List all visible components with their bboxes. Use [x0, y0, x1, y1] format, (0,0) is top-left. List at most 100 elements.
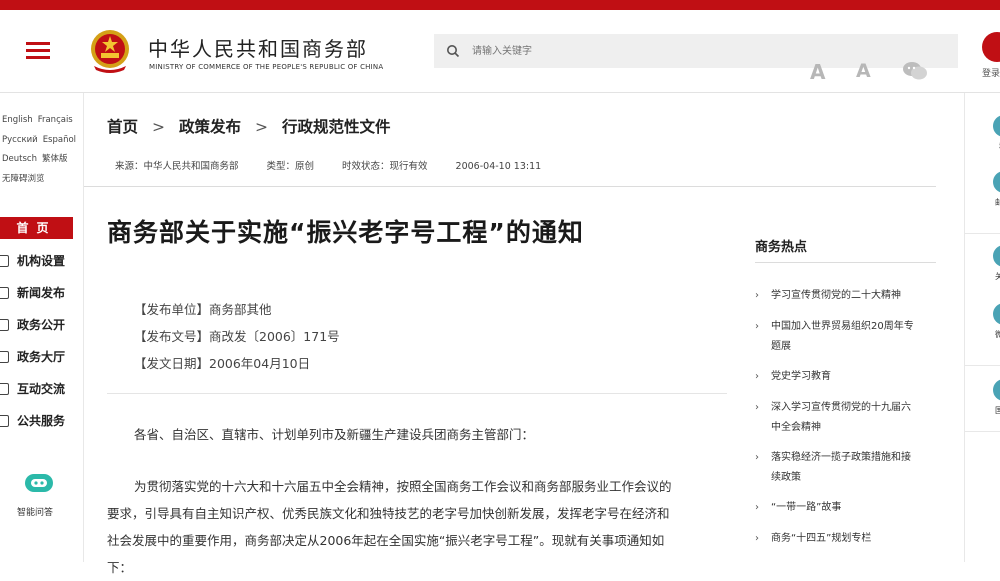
chevron-right-icon: › — [755, 452, 759, 463]
nav-item-label: 机构设置 — [17, 254, 66, 268]
hot-topics-divider — [755, 262, 936, 263]
nav-item-label: 新闻发布 — [17, 286, 66, 300]
hot-topic-item[interactable]: › 落实稳经济一揽子政策措施和接 续政策 — [755, 448, 935, 488]
hot-topic-item[interactable]: › 中国加入世界贸易组织20周年专 题展 — [755, 317, 935, 357]
breadcrumb-policy[interactable]: 政策发布 — [179, 118, 241, 136]
right-rail-mail[interactable]: 邮箱 — [993, 171, 1000, 208]
hot-topic-text: “一带一路”故事 — [771, 502, 842, 513]
content-divider — [107, 393, 727, 394]
right-rail-weibo[interactable]: 关注 — [993, 245, 1000, 282]
right-rail-label: 国务 — [995, 406, 1000, 415]
nav-item-interaction[interactable]: 互动交流 — [0, 376, 84, 402]
doc-number-line: 【发布文号】商改发〔2006〕171号 — [134, 329, 340, 344]
body-line: 要求，引导具有自主知识产权、优秀民族文化和独特技艺的老字号加快创新发展，发挥老字… — [107, 506, 670, 521]
login-button[interactable]: 登录 — [982, 32, 1000, 82]
lang-german[interactable]: Deutsch — [2, 154, 37, 164]
lang-french[interactable]: Français — [38, 115, 73, 125]
nav-item-service[interactable]: 公共服务 — [0, 408, 84, 434]
right-rail: 移 邮箱 关注 微信 国务 — [964, 93, 1000, 562]
language-links: English Français Русский Español Deutsch 繁体… — [2, 111, 82, 189]
hot-topic-text: 中全会精神 — [771, 422, 821, 433]
nav-item-label: 政务公开 — [17, 318, 66, 332]
meta-divider — [84, 186, 936, 187]
chevron-right-icon: › — [755, 321, 759, 332]
body-line: 社会发展中的重要作用，商务部决定从2006年起在全国实施“振兴老字号工程”。现就… — [107, 533, 665, 548]
font-increase-button[interactable]: A — [810, 60, 825, 84]
chevron-right-icon: › — [755, 402, 759, 413]
rail-divider — [965, 365, 1000, 366]
chevron-right-icon: › — [755, 533, 759, 544]
hot-topic-item[interactable]: › “一带一路”故事 — [755, 498, 935, 518]
right-rail-label: 关注 — [995, 272, 1000, 281]
top-accent-bar — [0, 0, 1000, 10]
nav-item-label: 互动交流 — [17, 382, 66, 396]
search-icon[interactable] — [446, 44, 460, 58]
hot-topic-text: 题展 — [771, 341, 791, 352]
issuer-line: 【发布单位】商务部其他 — [134, 302, 272, 317]
meta-source: 来源：中华人民共和国商务部 — [115, 161, 239, 172]
lang-english[interactable]: English — [2, 115, 33, 125]
nav-item-hall[interactable]: 政务大厅 — [0, 344, 84, 370]
nav-item-org[interactable]: 机构设置 — [0, 248, 84, 274]
hot-topic-item[interactable]: › 深入学习宣传贯彻党的十九届六 中全会精神 — [755, 398, 935, 438]
body-line: 下： — [107, 560, 133, 575]
user-icon — [982, 32, 1000, 62]
hot-topic-text: 续政策 — [771, 472, 801, 483]
document-icon — [0, 319, 9, 331]
lang-spanish[interactable]: Español — [43, 135, 76, 145]
right-rail-label: 微信 — [995, 330, 1000, 339]
left-sidebar: English Français Русский Español Deutsch 繁体… — [0, 93, 84, 562]
search-box[interactable] — [434, 34, 958, 68]
salutation: 各省、自治区、直辖市、计划单列市及新疆生产建设兵团商务主管部门： — [134, 427, 535, 442]
right-rail-wechat[interactable]: 微信 — [993, 303, 1000, 340]
nav-item-news[interactable]: 新闻发布 — [0, 280, 84, 306]
hot-topic-text: 学习宣传贯彻党的二十大精神 — [771, 290, 901, 301]
breadcrumb-current[interactable]: 行政规范性文件 — [282, 118, 391, 136]
site-header: 中华人民共和国商务部 MINISTRY OF COMMERCE OF THE P… — [0, 10, 1000, 92]
right-rail-state-council[interactable]: 国务 — [993, 379, 1000, 416]
wechat-share-icon[interactable] — [902, 60, 928, 82]
ministry-name-cn[interactable]: 中华人民共和国商务部 — [148, 33, 368, 62]
chevron-right-icon: › — [755, 502, 759, 513]
right-rail-label: 邮箱 — [995, 198, 1000, 207]
right-rail-mobile[interactable]: 移 — [993, 115, 1000, 152]
national-emblem-logo[interactable] — [88, 28, 132, 74]
hot-topic-item[interactable]: › 学习宣传贯彻党的二十大精神 — [755, 286, 935, 306]
rail-divider — [965, 431, 1000, 432]
mobile-icon — [993, 115, 1000, 137]
lang-russian[interactable]: Русский — [2, 135, 38, 145]
chevron-right-icon: > — [152, 118, 166, 136]
accessibility-link[interactable]: 无障碍浏览 — [2, 174, 45, 184]
meta-date: 2006-04-10 13:11 — [455, 161, 542, 172]
nav-item-affairs[interactable]: 政务公开 — [0, 312, 84, 338]
nav-item-label: 政务大厅 — [17, 350, 66, 364]
robot-icon[interactable] — [22, 471, 56, 495]
chat-icon — [0, 383, 9, 395]
chevron-right-icon: › — [755, 371, 759, 382]
ai-assistant-label[interactable]: 智能问答 — [17, 505, 53, 518]
pub-date-line: 【发文日期】2006年04月10日 — [134, 356, 311, 371]
hot-topic-item[interactable]: › 党史学习教育 — [755, 367, 935, 387]
hot-topic-item[interactable]: › 商务“十四五”规划专栏 — [755, 529, 935, 549]
lang-traditional[interactable]: 繁体版 — [42, 154, 68, 164]
article-tools: A A — [702, 58, 927, 88]
font-large-glyph: A — [810, 60, 826, 84]
hot-topics-title: 商务热点 — [755, 240, 808, 255]
ministry-name-en: MINISTRY OF COMMERCE OF THE PEOPLE'S REP… — [149, 63, 384, 71]
menu-icon[interactable] — [26, 42, 50, 60]
font-small-glyph: A — [856, 60, 871, 82]
chevron-right-icon: > — [255, 118, 269, 136]
hot-topic-text: 商务“十四五”规划专栏 — [771, 533, 872, 544]
breadcrumb-home[interactable]: 首页 — [107, 118, 138, 136]
hot-topic-text: 中国加入世界贸易组织20周年专 — [771, 321, 914, 332]
chevron-right-icon: › — [755, 290, 759, 301]
rail-divider — [965, 233, 1000, 234]
mail-icon — [993, 171, 1000, 193]
hot-topic-text: 落实稳经济一揽子政策措施和接 — [771, 452, 911, 463]
nav-home[interactable]: 首页 — [0, 217, 73, 239]
nav-item-label: 公共服务 — [17, 414, 66, 428]
document-info: 【发布单位】商务部其他 【发布文号】商改发〔2006〕171号 【发文日期】20… — [134, 296, 340, 377]
font-decrease-button[interactable]: A — [856, 60, 871, 82]
header-divider — [0, 92, 1000, 93]
meta-status: 时效状态：现行有效 — [342, 161, 428, 172]
